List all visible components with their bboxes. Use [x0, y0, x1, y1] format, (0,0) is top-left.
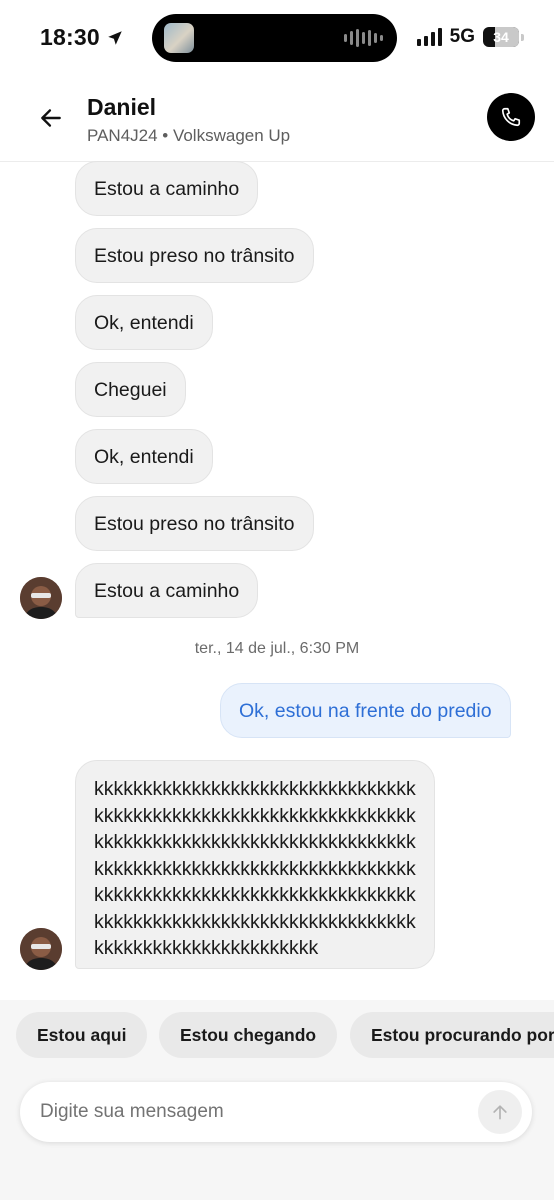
call-button[interactable] — [487, 93, 535, 141]
phone-icon — [501, 107, 521, 127]
chat-header: Daniel PAN4J24 • Volkswagen Up — [0, 76, 554, 162]
now-playing-thumbnail — [164, 23, 194, 53]
outgoing-message: Ok, estou na frente do predio — [220, 683, 511, 738]
quick-reply-chip[interactable]: Estou procurando por — [350, 1012, 554, 1058]
battery-icon: 34 — [483, 27, 519, 47]
cellular-signal-icon — [416, 28, 442, 46]
send-button[interactable] — [478, 1090, 522, 1134]
incoming-message: Estou preso no trânsito — [75, 496, 314, 551]
quick-replies-panel: Estou aqui Estou chegando Estou procuran… — [0, 1000, 554, 1200]
incoming-message: kkkkkkkkkkkkkkkkkkkkkkkkkkkkkkkkk kkkkkk… — [75, 760, 435, 969]
battery-tip — [521, 33, 524, 41]
arrow-up-icon — [493, 1105, 507, 1120]
incoming-message: Ok, entendi — [75, 429, 213, 484]
incoming-message: Cheguei — [75, 362, 186, 417]
driver-avatar-image — [20, 577, 62, 619]
clock-text: 18:30 — [40, 24, 100, 50]
driver-name: Daniel — [87, 94, 157, 120]
message-timestamp: ter., 14 de jul., 6:30 PM — [194, 640, 360, 657]
dynamic-island[interactable] — [152, 14, 397, 62]
status-time: 18:30 — [40, 24, 124, 51]
driver-avatar-image — [20, 928, 62, 970]
incoming-message: Estou preso no trânsito — [75, 228, 314, 283]
back-button[interactable] — [34, 101, 68, 135]
incoming-message: Estou a caminho — [75, 161, 259, 216]
location-arrow-icon — [108, 30, 122, 45]
status-bar: 18:30 5G 34 — [0, 0, 554, 76]
message-composer — [20, 1082, 532, 1142]
status-indicators: 5G 34 — [416, 26, 524, 48]
message-input[interactable] — [40, 1082, 480, 1142]
avatar[interactable] — [20, 928, 62, 970]
incoming-message: Estou a caminho — [75, 563, 259, 618]
arrow-left-icon — [41, 109, 61, 127]
vehicle-info: PAN4J24 • Volkswagen Up — [87, 126, 291, 145]
battery-level: 34 — [493, 29, 509, 45]
network-type: 5G — [449, 26, 475, 47]
quick-reply-chip[interactable]: Estou aqui — [16, 1012, 148, 1058]
avatar[interactable] — [20, 577, 62, 619]
quick-reply-chip[interactable]: Estou chegando — [159, 1012, 338, 1058]
incoming-message: Ok, entendi — [75, 295, 213, 350]
audio-waveform-icon — [344, 28, 383, 48]
